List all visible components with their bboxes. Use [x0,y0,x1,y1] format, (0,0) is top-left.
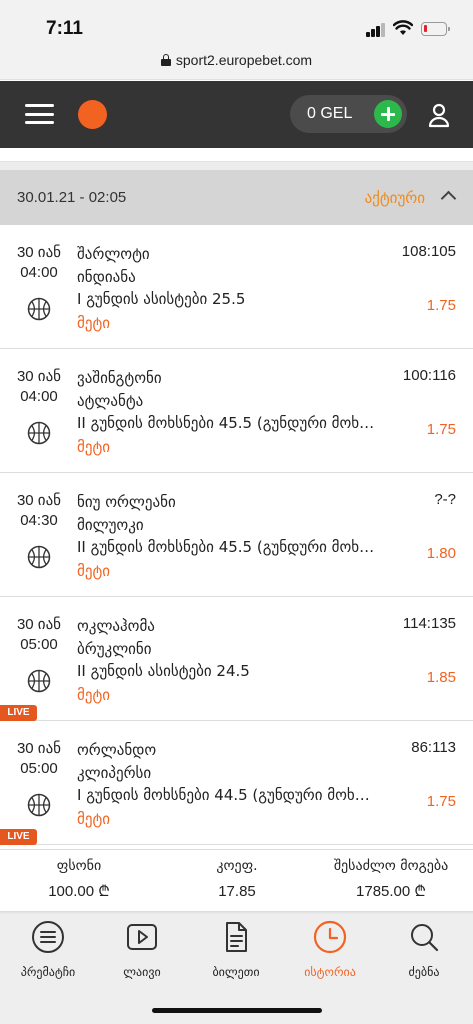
bet-outcome: მეტი [77,314,111,332]
bet-date: 30 იან 04:00 [16,368,62,405]
nav-search[interactable]: ძებნა [377,920,471,979]
match-score: 86:113 [411,739,456,756]
play-icon [127,924,157,950]
team-home: შარლოტი [77,245,150,263]
bet-market: II გუნდის მოხსნები 45.5 (გუნდური მოხსნებ… [77,538,377,556]
url-text: sport2.europebet.com [175,52,313,68]
nav-label: ბილეთი [212,965,260,979]
menu-circle-icon [32,921,64,953]
basketball-icon [27,793,51,817]
team-away: ინდიანა [77,268,136,286]
team-away: კლიპერსი [77,764,152,782]
bet-outcome: მეტი [77,810,111,828]
battery-icon [421,22,450,36]
basketball-icon [27,669,51,693]
bet-row[interactable]: 30 იან 04:00 შარლოტი ინდიანა I გუნდის ასი… [0,225,473,349]
previous-section-edge [0,148,473,162]
team-home: ორლანდო [77,741,157,759]
basketball-icon [27,297,51,321]
search-icon [411,924,439,952]
bet-date: 30 იან 04:00 [16,244,62,281]
nav-label: ისტორია [304,965,356,979]
bet-date: 30 იან 05:00 [16,740,62,777]
stake-label: ფსონი [56,858,102,874]
bet-odds: 1.75 [426,421,456,438]
nav-prematch[interactable]: პრემატჩი [1,920,95,979]
team-home: ოკლაჰომა [77,617,155,635]
deposit-plus-button[interactable] [374,100,402,128]
bet-row[interactable]: 30 იან 04:00 ვაშინგტონი ატლანტა II გუნდის… [0,349,473,473]
document-icon [226,922,247,952]
possible-win-value: 1785.00 ₾ [356,883,426,900]
bet-market: I გუნდის მოხსნები 44.5 (გუნდური მოხსნები… [77,786,377,804]
match-score: 108:105 [401,243,456,260]
live-badge: LIVE [0,705,37,721]
bet-market: II გუნდის ასისტები 24.5 [77,662,250,680]
match-score: 100:116 [402,367,456,384]
coefficient-value: 17.85 [218,883,256,900]
bet-market: II გუნდის მოხსნები 45.5 (გუნდური მოხსნებ… [77,414,377,432]
match-score: 114:135 [402,615,456,632]
lock-icon [160,54,171,66]
bet-odds: 1.75 [426,297,456,314]
possible-win-label: შესაძლო მოგება [333,858,449,874]
nav-label: ლაივი [123,965,161,979]
stake-value: 100.00 ₾ [48,883,110,900]
team-home: ნიუ ორლეანი [77,493,176,511]
status-time: 7:11 [46,18,83,39]
basketball-icon [27,545,51,569]
basketball-icon [27,421,51,445]
bet-summary: ფსონი 100.00 ₾ კოეფ. 17.85 შესაძლო მოგებ… [0,849,473,911]
team-away: ატლანტა [77,392,144,410]
bet-odds: 1.75 [426,793,456,810]
clock-icon [313,920,347,954]
hamburger-menu-icon[interactable] [25,104,54,124]
bet-group-status: აქტიური [364,189,425,207]
bet-odds: 1.80 [426,545,456,562]
bet-odds: 1.85 [426,669,456,686]
section-divider [0,162,473,170]
bet-market: I გუნდის ასისტები 25.5 [77,290,246,308]
bet-row[interactable]: 30 იან 05:00 ორლანდო კლიპერსი I გუნდის მო… [0,721,473,845]
browser-url-bar[interactable]: sport2.europebet.com [0,46,473,80]
wifi-icon [393,20,413,35]
team-home: ვაშინგტონი [77,369,162,387]
app-header: 0 GEL [0,81,473,148]
team-away: ბრუკლინი [77,640,152,658]
match-score: ?-? [434,491,456,508]
nav-label: პრემატჩი [20,965,76,979]
balance-pill[interactable]: 0 GEL [290,95,407,133]
team-away: მილუოკი [77,516,144,534]
home-indicator[interactable] [152,1008,322,1013]
bet-group-header[interactable]: 30.01.21 - 02:05 აქტიური [0,170,473,225]
cellular-signal-icon [366,23,386,37]
live-badge: LIVE [0,829,37,845]
coefficient-label: კოეფ. [216,858,258,874]
possible-win-column: შესაძლო მოგება 1785.00 ₾ [316,856,466,904]
nav-history[interactable]: ისტორია [283,920,377,979]
bet-row[interactable]: 30 იან 05:00 ოკლაჰომა ბრუკლინი II გუნდის … [0,597,473,721]
brand-logo[interactable] [78,100,107,129]
stake-column: ფსონი 100.00 ₾ [14,856,144,904]
bet-outcome: მეტი [77,686,111,704]
coefficient-column: კოეფ. 17.85 [172,856,302,904]
bet-row[interactable]: 30 იან 04:30 ნიუ ორლეანი მილუოკი II გუნდი… [0,473,473,597]
balance-amount: 0 GEL [307,105,353,122]
nav-label: ძებნა [408,965,440,979]
status-bar: 7:11 [0,0,473,46]
bet-date: 30 იან 04:30 [16,492,62,529]
bet-group-date: 30.01.21 - 02:05 [17,189,127,206]
bet-date: 30 იან 05:00 [16,616,62,653]
user-icon[interactable] [426,102,452,128]
bet-outcome: მეტი [77,562,111,580]
nav-ticket[interactable]: ბილეთი [189,920,283,979]
nav-live[interactable]: ლაივი [95,920,189,979]
bet-outcome: მეტი [77,438,111,456]
